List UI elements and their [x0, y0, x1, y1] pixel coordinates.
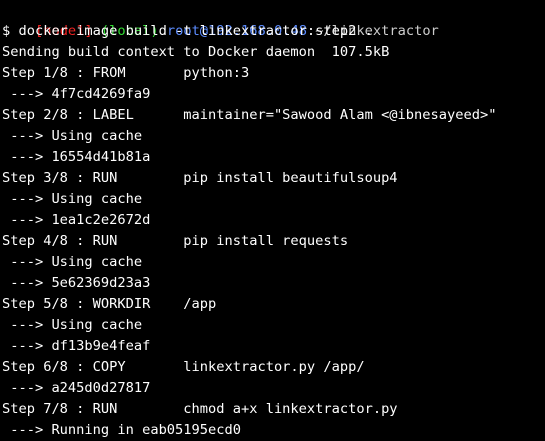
output-line: ---> Using cache	[2, 191, 143, 207]
output-line: ---> Running in eab05195ecd0	[2, 422, 241, 438]
output-line: ---> 16554d41b81a	[2, 149, 151, 165]
output-line: Step 7/8 : RUN chmod a+x linkextractor.p…	[2, 401, 398, 417]
output-line: ---> Using cache	[2, 254, 143, 270]
command-line: $ docker image build -t linkextractor:st…	[2, 23, 373, 39]
output-line: ---> 5e62369d23a3	[2, 275, 151, 291]
output-line: ---> a245d0d27817	[2, 380, 151, 396]
prompt-line: [node1] (local) root@192.168.0.48 ~/link…	[2, 0, 545, 39]
output-line: ---> df13b9e4feaf	[2, 338, 151, 354]
output-line: Sending build context to Docker daemon 1…	[2, 44, 390, 60]
output-line: Step 2/8 : LABEL maintainer="Sawood Alam…	[2, 107, 497, 123]
output-line: ---> Using cache	[2, 317, 143, 333]
output-line: ---> Using cache	[2, 128, 143, 144]
output-line: Step 6/8 : COPY linkextractor.py /app/	[2, 359, 365, 375]
output-line: Step 5/8 : WORKDIR /app	[2, 296, 217, 312]
terminal-window[interactable]: [node1] (local) root@192.168.0.48 ~/link…	[0, 0, 545, 441]
output-line: ---> 1ea1c2e2672d	[2, 212, 151, 228]
output-line: ---> 4f7cd4269fa9	[2, 86, 151, 102]
output-line: Step 4/8 : RUN pip install requests	[2, 233, 349, 249]
output-line: Step 1/8 : FROM python:3	[2, 65, 250, 81]
output-line: Step 3/8 : RUN pip install beautifulsoup…	[2, 170, 398, 186]
